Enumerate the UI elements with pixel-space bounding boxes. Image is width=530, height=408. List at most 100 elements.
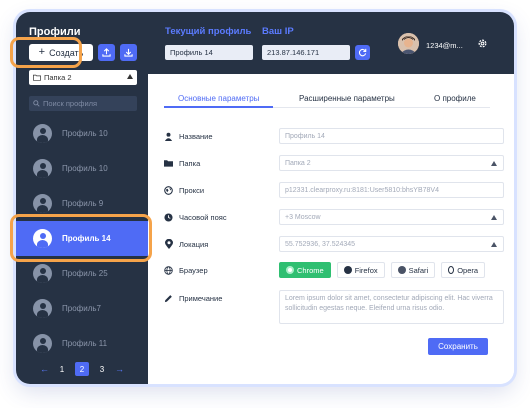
app-window: Профили + Создать Папка 2 Поиск профиля …	[16, 12, 514, 384]
profile-avatar-icon	[33, 159, 52, 178]
search-icon	[33, 100, 40, 107]
note-textarea[interactable]: Lorem ipsum dolor sit amet, consectetur …	[279, 290, 504, 324]
browser-row: Браузер Chrome Firefox Safari Opera	[164, 262, 490, 278]
profile-list-item[interactable]: Профиль7	[16, 291, 148, 326]
safari-icon	[397, 266, 406, 274]
firefox-icon	[343, 266, 352, 274]
opera-icon	[448, 266, 455, 274]
browser-firefox-button[interactable]: Firefox	[336, 262, 385, 278]
user-name[interactable]: 1234@m...	[426, 41, 463, 50]
pagination: ← 1 2 3 →	[16, 362, 148, 376]
profile-list-item[interactable]: Профиль 10	[16, 116, 148, 151]
profile-name: Профиль7	[62, 304, 101, 313]
timezone-label-group: Часовой пояс	[164, 209, 227, 225]
timezone-select[interactable]: +3 Moscow	[279, 209, 504, 225]
profile-search-placeholder: Поиск профиля	[43, 99, 98, 108]
browser-chrome-label: Chrome	[297, 265, 324, 275]
profile-avatar-icon	[33, 334, 52, 353]
save-button[interactable]: Сохранить	[428, 338, 488, 355]
browser-label: Браузер	[179, 265, 208, 275]
top-header: Текущий профиль Профиль 14 Ваш IP 213.87…	[148, 12, 514, 74]
browser-options: Chrome Firefox Safari Opera	[279, 262, 486, 278]
profile-settings-panel: Основные параметры Расширенные параметры…	[148, 74, 514, 384]
profile-list-item[interactable]: Профиль 11	[16, 326, 148, 361]
user-icon	[164, 132, 173, 141]
profile-avatar-icon	[33, 264, 52, 283]
upload-icon	[102, 48, 111, 57]
pencil-icon	[164, 294, 173, 303]
arrow-right-icon[interactable]: →	[115, 364, 124, 374]
active-profile-highlight	[10, 214, 152, 262]
name-label: Название	[179, 131, 213, 141]
download-icon	[124, 48, 133, 57]
browser-label-group: Браузер	[164, 262, 208, 278]
caret-up-icon	[491, 161, 497, 166]
location-select-value: 55.752936, 37.524345	[285, 240, 356, 248]
page-button-2-current[interactable]: 2	[75, 362, 89, 376]
folder-select-value: Папка 2	[44, 73, 72, 82]
profile-name: Профиль 11	[62, 339, 108, 348]
user-avatar[interactable]	[398, 33, 419, 54]
globe-icon	[164, 185, 173, 195]
timezone-row: Часовой пояс +3 Moscow	[164, 209, 504, 225]
chrome-icon	[286, 266, 294, 274]
location-label-group: Локация	[164, 236, 208, 252]
name-row: Название Профиль 14	[164, 128, 504, 144]
folder-select[interactable]: Папка 2	[29, 70, 137, 85]
profile-name: Профиль 25	[62, 269, 108, 278]
location-pin-icon	[164, 239, 173, 249]
browser-chrome-button[interactable]: Chrome	[279, 262, 331, 278]
name-label-group: Название	[164, 128, 213, 144]
profile-name: Профиль 10	[62, 164, 108, 173]
caret-up-icon	[491, 242, 497, 247]
tab-bar: Основные параметры Расширенные параметры…	[164, 86, 490, 108]
tab-basic-settings[interactable]: Основные параметры	[178, 94, 259, 103]
note-row: Примечание Lorem ipsum dolor sit amet, c…	[164, 290, 504, 324]
location-select[interactable]: 55.752936, 37.524345	[279, 236, 504, 252]
folder-icon	[164, 159, 173, 168]
user-photo-icon	[398, 33, 419, 54]
timezone-label: Часовой пояс	[179, 212, 227, 222]
profile-name: Профиль 9	[62, 199, 104, 208]
caret-up-icon	[127, 74, 133, 79]
browser-safari-label: Safari	[408, 265, 429, 275]
location-label: Локация	[179, 239, 209, 249]
browser-opera-label: Opera	[457, 265, 479, 275]
caret-up-icon	[491, 215, 497, 220]
timezone-select-value: +3 Moscow	[285, 213, 321, 221]
profile-search-input[interactable]: Поиск профиля	[29, 96, 137, 111]
arrow-left-icon[interactable]: ←	[40, 364, 49, 374]
profile-avatar-icon	[33, 124, 52, 143]
page-button-3[interactable]: 3	[95, 362, 109, 376]
globe-icon	[164, 265, 173, 275]
gear-icon[interactable]	[477, 38, 488, 49]
folder-row: Папка Папка 2	[164, 155, 504, 171]
note-label: Примечание	[179, 293, 223, 303]
create-button-highlight	[10, 37, 82, 68]
upload-button[interactable]	[98, 44, 115, 61]
active-tab-indicator	[164, 106, 273, 108]
download-button[interactable]	[120, 44, 137, 61]
proxy-label-group: Прокси	[164, 182, 204, 198]
browser-safari-button[interactable]: Safari	[390, 262, 436, 278]
ip-field: 213.87.146.171	[262, 45, 350, 60]
refresh-ip-button[interactable]	[355, 45, 370, 60]
proxy-label: Прокси	[179, 185, 205, 195]
current-profile-label: Текущий профиль	[165, 26, 252, 37]
tab-advanced-settings[interactable]: Расширенные параметры	[299, 94, 395, 103]
clock-icon	[164, 212, 173, 222]
folder-select-field-value: Папка 2	[285, 159, 311, 167]
tab-about-profile[interactable]: О профиле	[434, 94, 476, 103]
browser-opera-button[interactable]: Opera	[441, 262, 486, 278]
proxy-field[interactable]: p12331.clearproxy.ru:8181:User5810:bhsYB…	[279, 182, 504, 198]
name-field[interactable]: Профиль 14	[279, 128, 504, 144]
folder-icon	[33, 74, 41, 81]
profile-list-item[interactable]: Профиль 10	[16, 151, 148, 186]
profile-name: Профиль 10	[62, 129, 108, 138]
page-button-1[interactable]: 1	[55, 362, 69, 376]
folder-label: Папка	[179, 158, 201, 168]
folder-select-field[interactable]: Папка 2	[279, 155, 504, 171]
folder-label-group: Папка	[164, 155, 200, 171]
location-row: Локация 55.752936, 37.524345	[164, 236, 504, 252]
browser-firefox-label: Firefox	[354, 265, 378, 275]
